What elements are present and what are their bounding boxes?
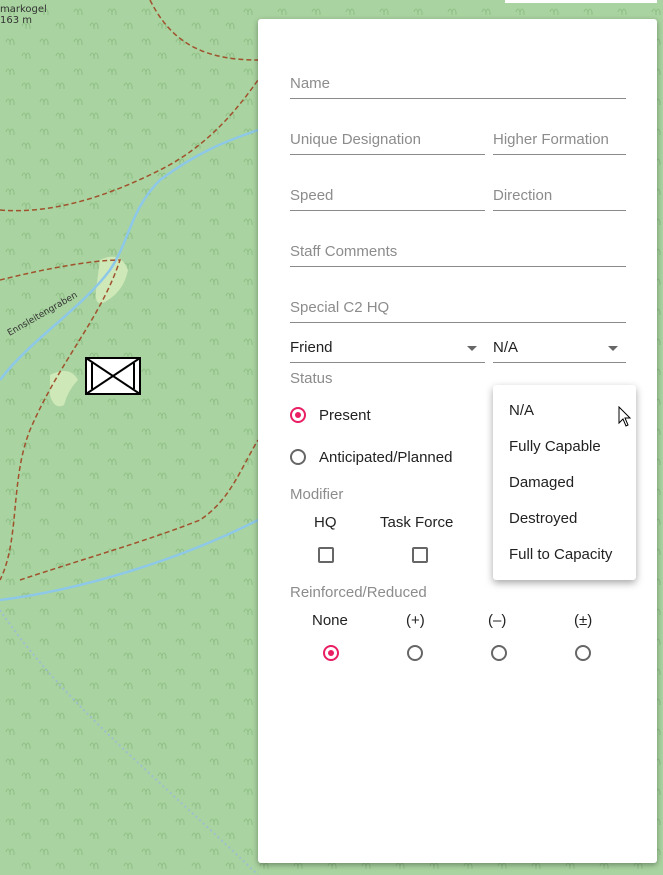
reinforced-plus-label: (+): [406, 612, 425, 629]
special-c2-hq-field[interactable]: Special C2 HQ: [290, 292, 626, 323]
menu-item-fully-capable[interactable]: Fully Capable: [509, 438, 601, 455]
mouse-pointer-icon: [618, 406, 632, 427]
capability-dropdown-menu: N/A Fully Capable Damaged Destroyed Full…: [493, 385, 636, 580]
status-option-label: Present: [319, 406, 371, 424]
task-force-checkbox[interactable]: [412, 547, 428, 563]
reinforced-none-radio[interactable]: [323, 645, 339, 661]
menu-item-damaged[interactable]: Damaged: [509, 474, 574, 491]
top-strip: [505, 0, 657, 3]
reinforced-none-label: None: [312, 612, 348, 629]
speed-placeholder: Speed: [290, 187, 334, 204]
affiliation-value: Friend: [290, 339, 333, 356]
speed-field[interactable]: Speed: [290, 180, 485, 211]
direction-placeholder: Direction: [493, 187, 553, 204]
status-label: Status: [290, 370, 333, 387]
reinforced-minus-radio[interactable]: [491, 645, 507, 661]
status-option-present[interactable]: Present: [290, 402, 371, 428]
radio-checked-icon[interactable]: [290, 407, 306, 423]
peak-elevation-label: 163 m: [0, 15, 33, 26]
status-option-anticipated[interactable]: Anticipated/Planned: [290, 444, 452, 470]
reinforced-minus-label: (–): [488, 612, 507, 629]
higher-formation-field[interactable]: Higher Formation: [493, 124, 626, 155]
higher-formation-placeholder: Higher Formation: [493, 131, 609, 148]
status-option-label: Anticipated/Planned: [319, 448, 453, 466]
staff-comments-field[interactable]: Staff Comments: [290, 236, 626, 267]
unique-designation-field[interactable]: Unique Designation: [290, 124, 485, 155]
chevron-down-icon: [467, 346, 477, 351]
radio-unchecked-icon[interactable]: [290, 449, 306, 465]
name-placeholder: Name: [290, 75, 331, 92]
reinforced-plus-radio[interactable]: [407, 645, 423, 661]
menu-item-destroyed[interactable]: Destroyed: [509, 510, 577, 527]
reinforced-reduced-label: Reinforced/Reduced: [290, 584, 427, 601]
direction-field[interactable]: Direction: [493, 180, 626, 211]
unique-designation-placeholder: Unique Designation: [290, 131, 421, 148]
modifier-task-force-label: Task Force: [380, 514, 454, 531]
reinforced-plusminus-label: (±): [574, 612, 593, 629]
capability-value: N/A: [493, 339, 519, 356]
special-c2-hq-placeholder: Special C2 HQ: [290, 299, 390, 316]
menu-item-full-to-capacity[interactable]: Full to Capacity: [509, 546, 612, 563]
modifier-hq-label: HQ: [314, 514, 337, 531]
friendly-unit-symbol-icon[interactable]: [85, 357, 141, 395]
modifier-label: Modifier: [290, 486, 344, 503]
menu-item-na[interactable]: N/A: [509, 402, 534, 419]
hq-checkbox[interactable]: [318, 547, 334, 563]
capability-select[interactable]: N/A: [493, 332, 626, 363]
affiliation-select[interactable]: Friend: [290, 332, 485, 363]
reinforced-plusminus-radio[interactable]: [575, 645, 591, 661]
chevron-down-icon: [608, 346, 618, 351]
name-field[interactable]: Name: [290, 68, 626, 99]
staff-comments-placeholder: Staff Comments: [290, 243, 398, 260]
peak-name-label: markoɡel: [0, 4, 47, 15]
